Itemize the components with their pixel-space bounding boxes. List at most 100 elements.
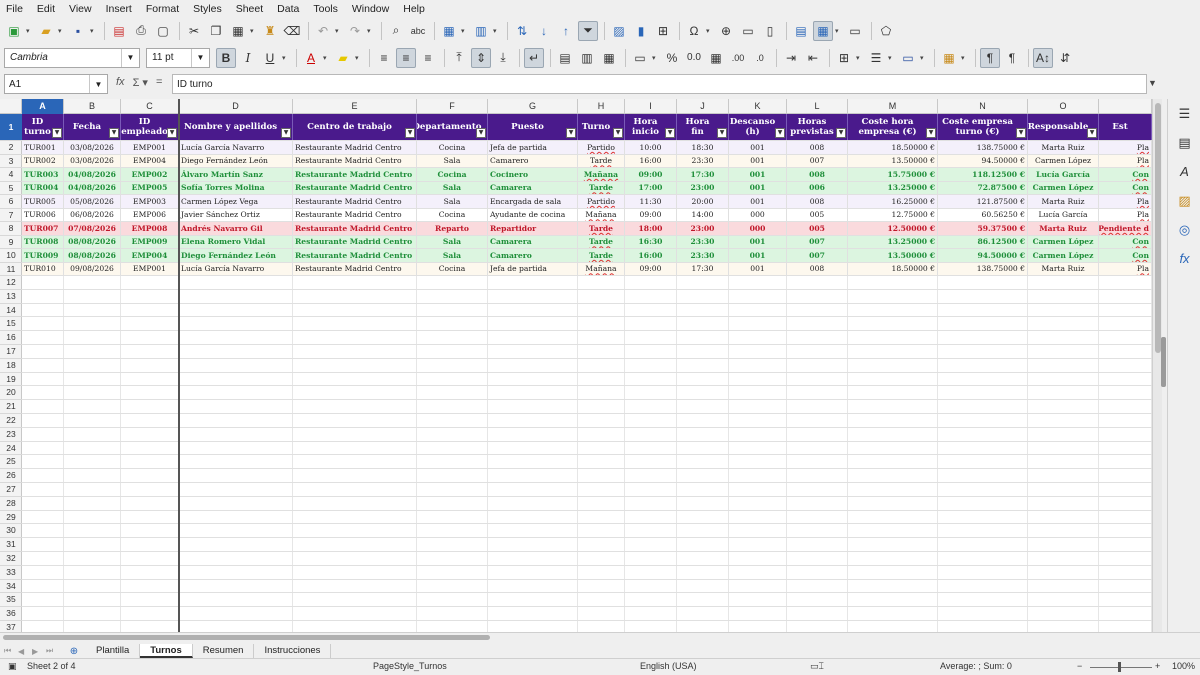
highlight-color-icon[interactable]: ▰ — [333, 48, 353, 68]
empty-cell[interactable] — [179, 469, 293, 482]
empty-cell[interactable] — [417, 469, 488, 482]
table-cell[interactable]: Camarero — [488, 154, 578, 167]
empty-cell[interactable] — [64, 289, 121, 303]
table-cell[interactable]: 18.50000 € — [848, 262, 938, 275]
empty-cell[interactable] — [417, 579, 488, 593]
table-cell[interactable]: 005 — [787, 208, 848, 221]
underline-icon[interactable]: U — [260, 48, 280, 68]
table-cell[interactable]: Camarera — [488, 235, 578, 248]
empty-cell[interactable] — [179, 358, 293, 372]
empty-cell[interactable] — [1028, 276, 1099, 289]
pivot-table-icon[interactable]: ⊞ — [653, 21, 673, 41]
formula-icon[interactable]: = — [156, 76, 162, 89]
empty-cell[interactable] — [22, 524, 64, 538]
empty-cell[interactable] — [848, 538, 938, 551]
table-cell[interactable]: Encargada de sala — [488, 195, 578, 208]
empty-cell[interactable] — [1099, 372, 1152, 386]
table-cell[interactable]: Tarde — [578, 222, 625, 235]
header-cell[interactable]: Coste hora empresa (€) ▼ — [848, 114, 938, 140]
empty-cell[interactable] — [625, 317, 677, 331]
empty-cell[interactable] — [677, 317, 729, 331]
empty-cell[interactable] — [64, 386, 121, 400]
empty-cell[interactable] — [64, 483, 121, 496]
empty-cell[interactable] — [417, 621, 488, 632]
empty-cell[interactable] — [293, 607, 417, 620]
borders-icon[interactable]: ⊞ — [834, 48, 854, 68]
empty-cell[interactable] — [938, 524, 1028, 538]
autofilter-dropdown-icon[interactable]: ▼ — [717, 128, 727, 138]
table-cell[interactable]: Sofía Torres Molina — [179, 181, 293, 194]
empty-cell[interactable] — [578, 289, 625, 303]
empty-cell[interactable] — [848, 496, 938, 510]
empty-cell[interactable] — [848, 276, 938, 289]
sort-ascending-icon[interactable]: ↓ — [534, 21, 554, 41]
empty-cell[interactable] — [578, 427, 625, 441]
open-folder-icon[interactable]: ▰ — [36, 21, 56, 41]
table-cell[interactable]: 138.75000 € — [938, 262, 1028, 275]
empty-cell[interactable] — [488, 386, 578, 400]
table-cell[interactable]: 008 — [787, 141, 848, 154]
empty-cell[interactable] — [578, 593, 625, 607]
name-box[interactable]: A1 ▼ — [4, 74, 108, 94]
table-cell[interactable]: Restaurante Madrid Centro — [293, 249, 417, 262]
row-header[interactable]: 31 — [0, 538, 22, 552]
empty-cell[interactable] — [677, 510, 729, 524]
empty-cell[interactable] — [121, 538, 179, 551]
table-cell[interactable]: 15.75000 € — [848, 168, 938, 181]
empty-cell[interactable] — [488, 538, 578, 551]
chevron-down-icon[interactable]: ▼ — [121, 48, 139, 67]
table-cell[interactable]: TUR008 — [22, 235, 64, 248]
column-header[interactable]: M — [848, 99, 938, 114]
empty-cell[interactable] — [293, 289, 417, 303]
hyperlink-icon[interactable]: ⊕ — [716, 21, 736, 41]
empty-cell[interactable] — [22, 607, 64, 620]
empty-cell[interactable] — [179, 317, 293, 331]
empty-cell[interactable] — [1028, 317, 1099, 331]
table-cell[interactable]: Restaurante Madrid Centro — [293, 195, 417, 208]
right-to-left-icon[interactable]: ¶ — [1002, 48, 1022, 68]
last-sheet-icon[interactable]: ⏭ — [46, 646, 58, 656]
table-cell[interactable]: Tarde — [578, 181, 625, 194]
empty-cell[interactable] — [22, 469, 64, 482]
row-header[interactable]: 3 — [0, 155, 22, 168]
empty-cell[interactable] — [787, 483, 848, 496]
row-header[interactable]: 9 — [0, 236, 22, 249]
empty-cell[interactable] — [677, 552, 729, 565]
row-header[interactable]: 28 — [0, 497, 22, 511]
empty-cell[interactable] — [121, 524, 179, 538]
empty-cell[interactable] — [64, 400, 121, 413]
table-cell[interactable]: 06/08/2026 — [64, 208, 121, 221]
table-cell[interactable]: Diego Fernández León — [179, 154, 293, 167]
empty-cell[interactable] — [417, 303, 488, 317]
empty-cell[interactable] — [22, 455, 64, 469]
empty-cell[interactable] — [787, 524, 848, 538]
empty-cell[interactable] — [22, 414, 64, 427]
empty-cell[interactable] — [1099, 593, 1152, 607]
autofilter-dropdown-icon[interactable]: ▼ — [405, 128, 415, 138]
date-format-icon[interactable]: ▦ — [706, 48, 726, 68]
empty-cell[interactable] — [1099, 510, 1152, 524]
table-cell[interactable]: Diego Fernández León — [179, 249, 293, 262]
empty-cell[interactable] — [938, 593, 1028, 607]
empty-cell[interactable] — [938, 469, 1028, 482]
previous-sheet-icon[interactable]: ◀ — [18, 647, 30, 656]
table-cell[interactable]: 13.50000 € — [848, 249, 938, 262]
empty-cell[interactable] — [64, 358, 121, 372]
empty-cell[interactable] — [1099, 552, 1152, 565]
empty-cell[interactable] — [121, 303, 179, 317]
empty-cell[interactable] — [677, 372, 729, 386]
table-cell[interactable]: Partido — [578, 195, 625, 208]
header-cell[interactable]: Descanso (h) ▼ — [729, 114, 787, 140]
empty-cell[interactable] — [729, 400, 787, 413]
empty-cell[interactable] — [179, 331, 293, 344]
empty-cell[interactable] — [1028, 427, 1099, 441]
page-style[interactable]: PageStyle_Turnos — [373, 661, 447, 671]
empty-cell[interactable] — [179, 345, 293, 358]
column-header[interactable]: E — [293, 99, 417, 114]
copy-icon[interactable]: ❐ — [206, 21, 226, 41]
empty-cell[interactable] — [488, 455, 578, 469]
empty-cell[interactable] — [179, 414, 293, 427]
menu-tools[interactable]: Tools — [313, 3, 338, 15]
empty-cell[interactable] — [22, 331, 64, 344]
empty-cell[interactable] — [417, 510, 488, 524]
